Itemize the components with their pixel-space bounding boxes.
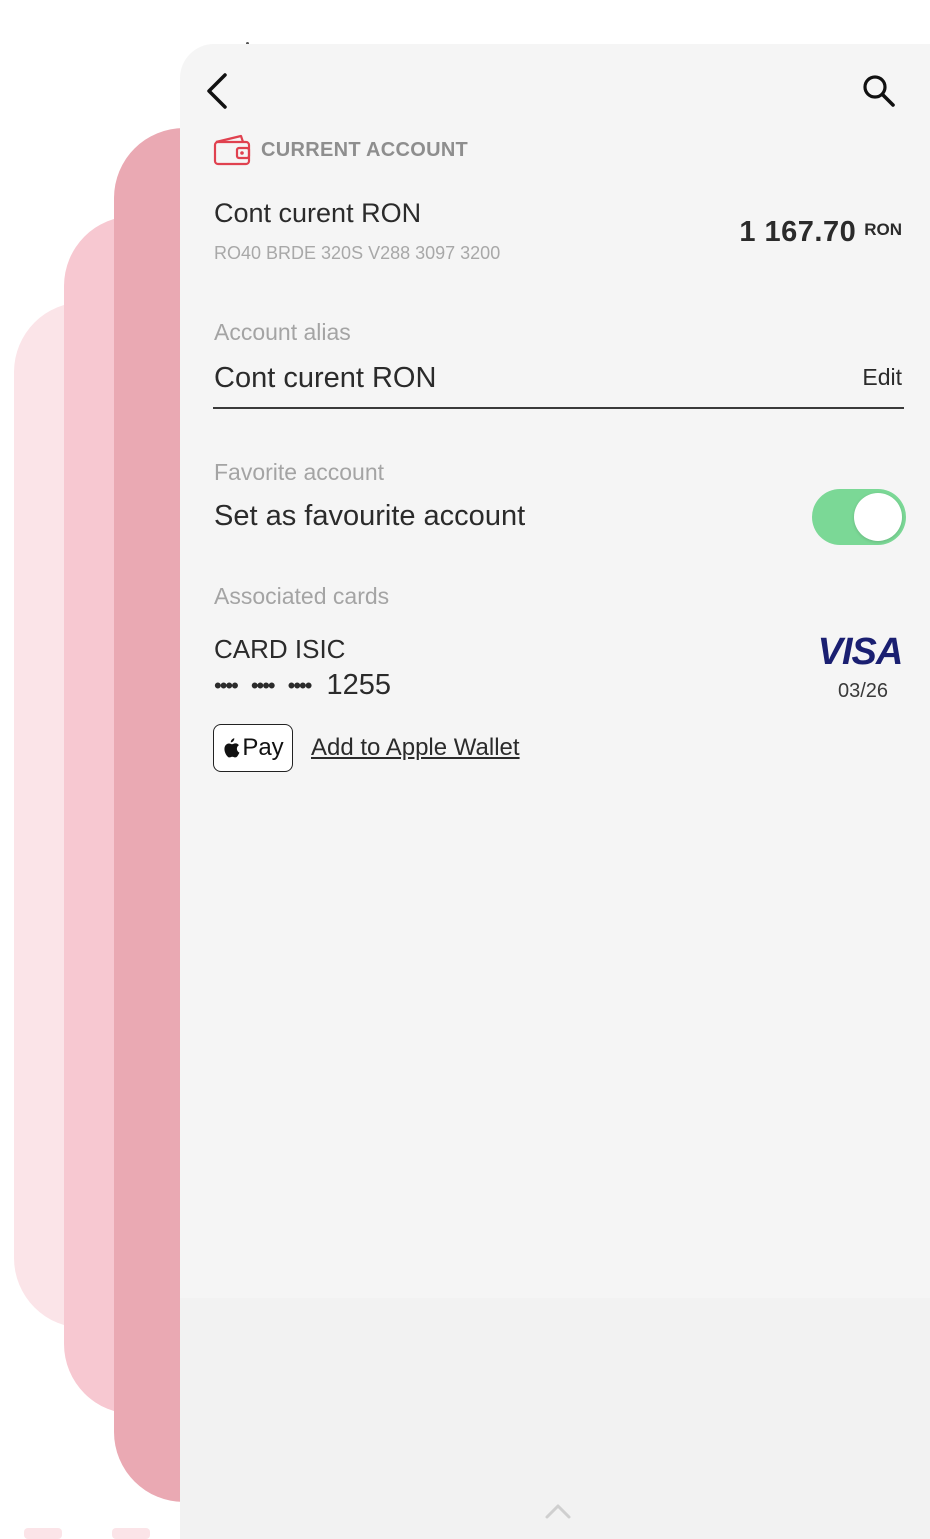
balance-currency: RON — [864, 220, 902, 239]
card-brand: VISA — [818, 631, 903, 672]
account-iban: RO40 BRDE 320S V288 3097 3200 — [214, 243, 501, 263]
page-indicator — [24, 1528, 62, 1539]
alias-value: Cont curent RON — [214, 362, 437, 394]
page-indicator — [112, 1528, 150, 1539]
account-details-panel: CURRENT ACCOUNT Cont curent RON RO40 BRD… — [180, 44, 930, 1539]
chevron-left-icon — [207, 73, 227, 109]
account-type-label: CURRENT ACCOUNT — [261, 138, 469, 161]
account-name: Cont curent RON — [214, 198, 422, 228]
balance-amount: 1 167.70 — [739, 216, 857, 248]
toggle-knob — [854, 493, 902, 541]
account-balance: 1 167.70 RON — [739, 216, 902, 249]
apple-pay-label: Pay — [242, 734, 284, 761]
search-button[interactable] — [858, 70, 900, 112]
masked-digits: •••• — [250, 672, 276, 698]
edit-alias-button[interactable]: Edit — [862, 364, 902, 391]
alias-underline — [213, 407, 904, 409]
screen: CURRENT ACCOUNT Cont curent RON RO40 BRD… — [0, 0, 930, 1539]
masked-digits: •••• — [214, 672, 239, 698]
search-icon — [863, 75, 895, 107]
associated-cards-label: Associated cards — [214, 583, 390, 609]
visa-logo-icon: VISA — [818, 631, 904, 672]
back-button[interactable] — [196, 70, 238, 112]
favorite-toggle[interactable] — [812, 489, 906, 545]
card-last4: 1255 — [326, 669, 391, 701]
card-name[interactable]: CARD ISIC — [214, 634, 345, 665]
favorite-text: Set as favourite account — [214, 500, 526, 532]
alias-label: Account alias — [214, 319, 351, 345]
wallet-icon — [213, 134, 251, 166]
chevron-up-icon[interactable] — [544, 1502, 572, 1520]
masked-digits: •••• — [287, 672, 313, 698]
favorite-label: Favorite account — [214, 459, 385, 485]
card-number: •••• •••• •••• 1255 — [214, 669, 391, 702]
account-type-header: CURRENT ACCOUNT — [213, 134, 468, 166]
apple-icon — [224, 738, 240, 758]
add-to-apple-wallet-link[interactable]: Add to Apple Wallet — [311, 734, 520, 762]
card-expiry: 03/26 — [838, 680, 889, 702]
apple-pay-badge[interactable]: Pay — [213, 724, 293, 772]
